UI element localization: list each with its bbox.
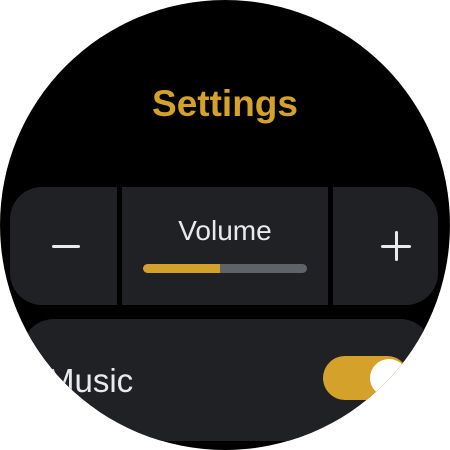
volume-level-fill [143, 264, 221, 273]
watch-screen: Settings Volume Music [0, 0, 450, 450]
volume-display: Volume [122, 187, 328, 305]
page-title: Settings [152, 83, 298, 124]
music-setting-row[interactable]: Music [22, 319, 432, 441]
volume-control: Volume [10, 187, 438, 305]
toggle-knob [370, 359, 408, 397]
plus-icon [381, 231, 411, 261]
volume-increase-button[interactable] [333, 187, 438, 305]
volume-level-bar [143, 264, 307, 273]
volume-decrease-button[interactable] [10, 187, 117, 305]
volume-label: Volume [178, 215, 272, 246]
minus-icon [52, 245, 80, 248]
music-label: Music [47, 362, 134, 399]
music-toggle[interactable] [323, 356, 409, 400]
